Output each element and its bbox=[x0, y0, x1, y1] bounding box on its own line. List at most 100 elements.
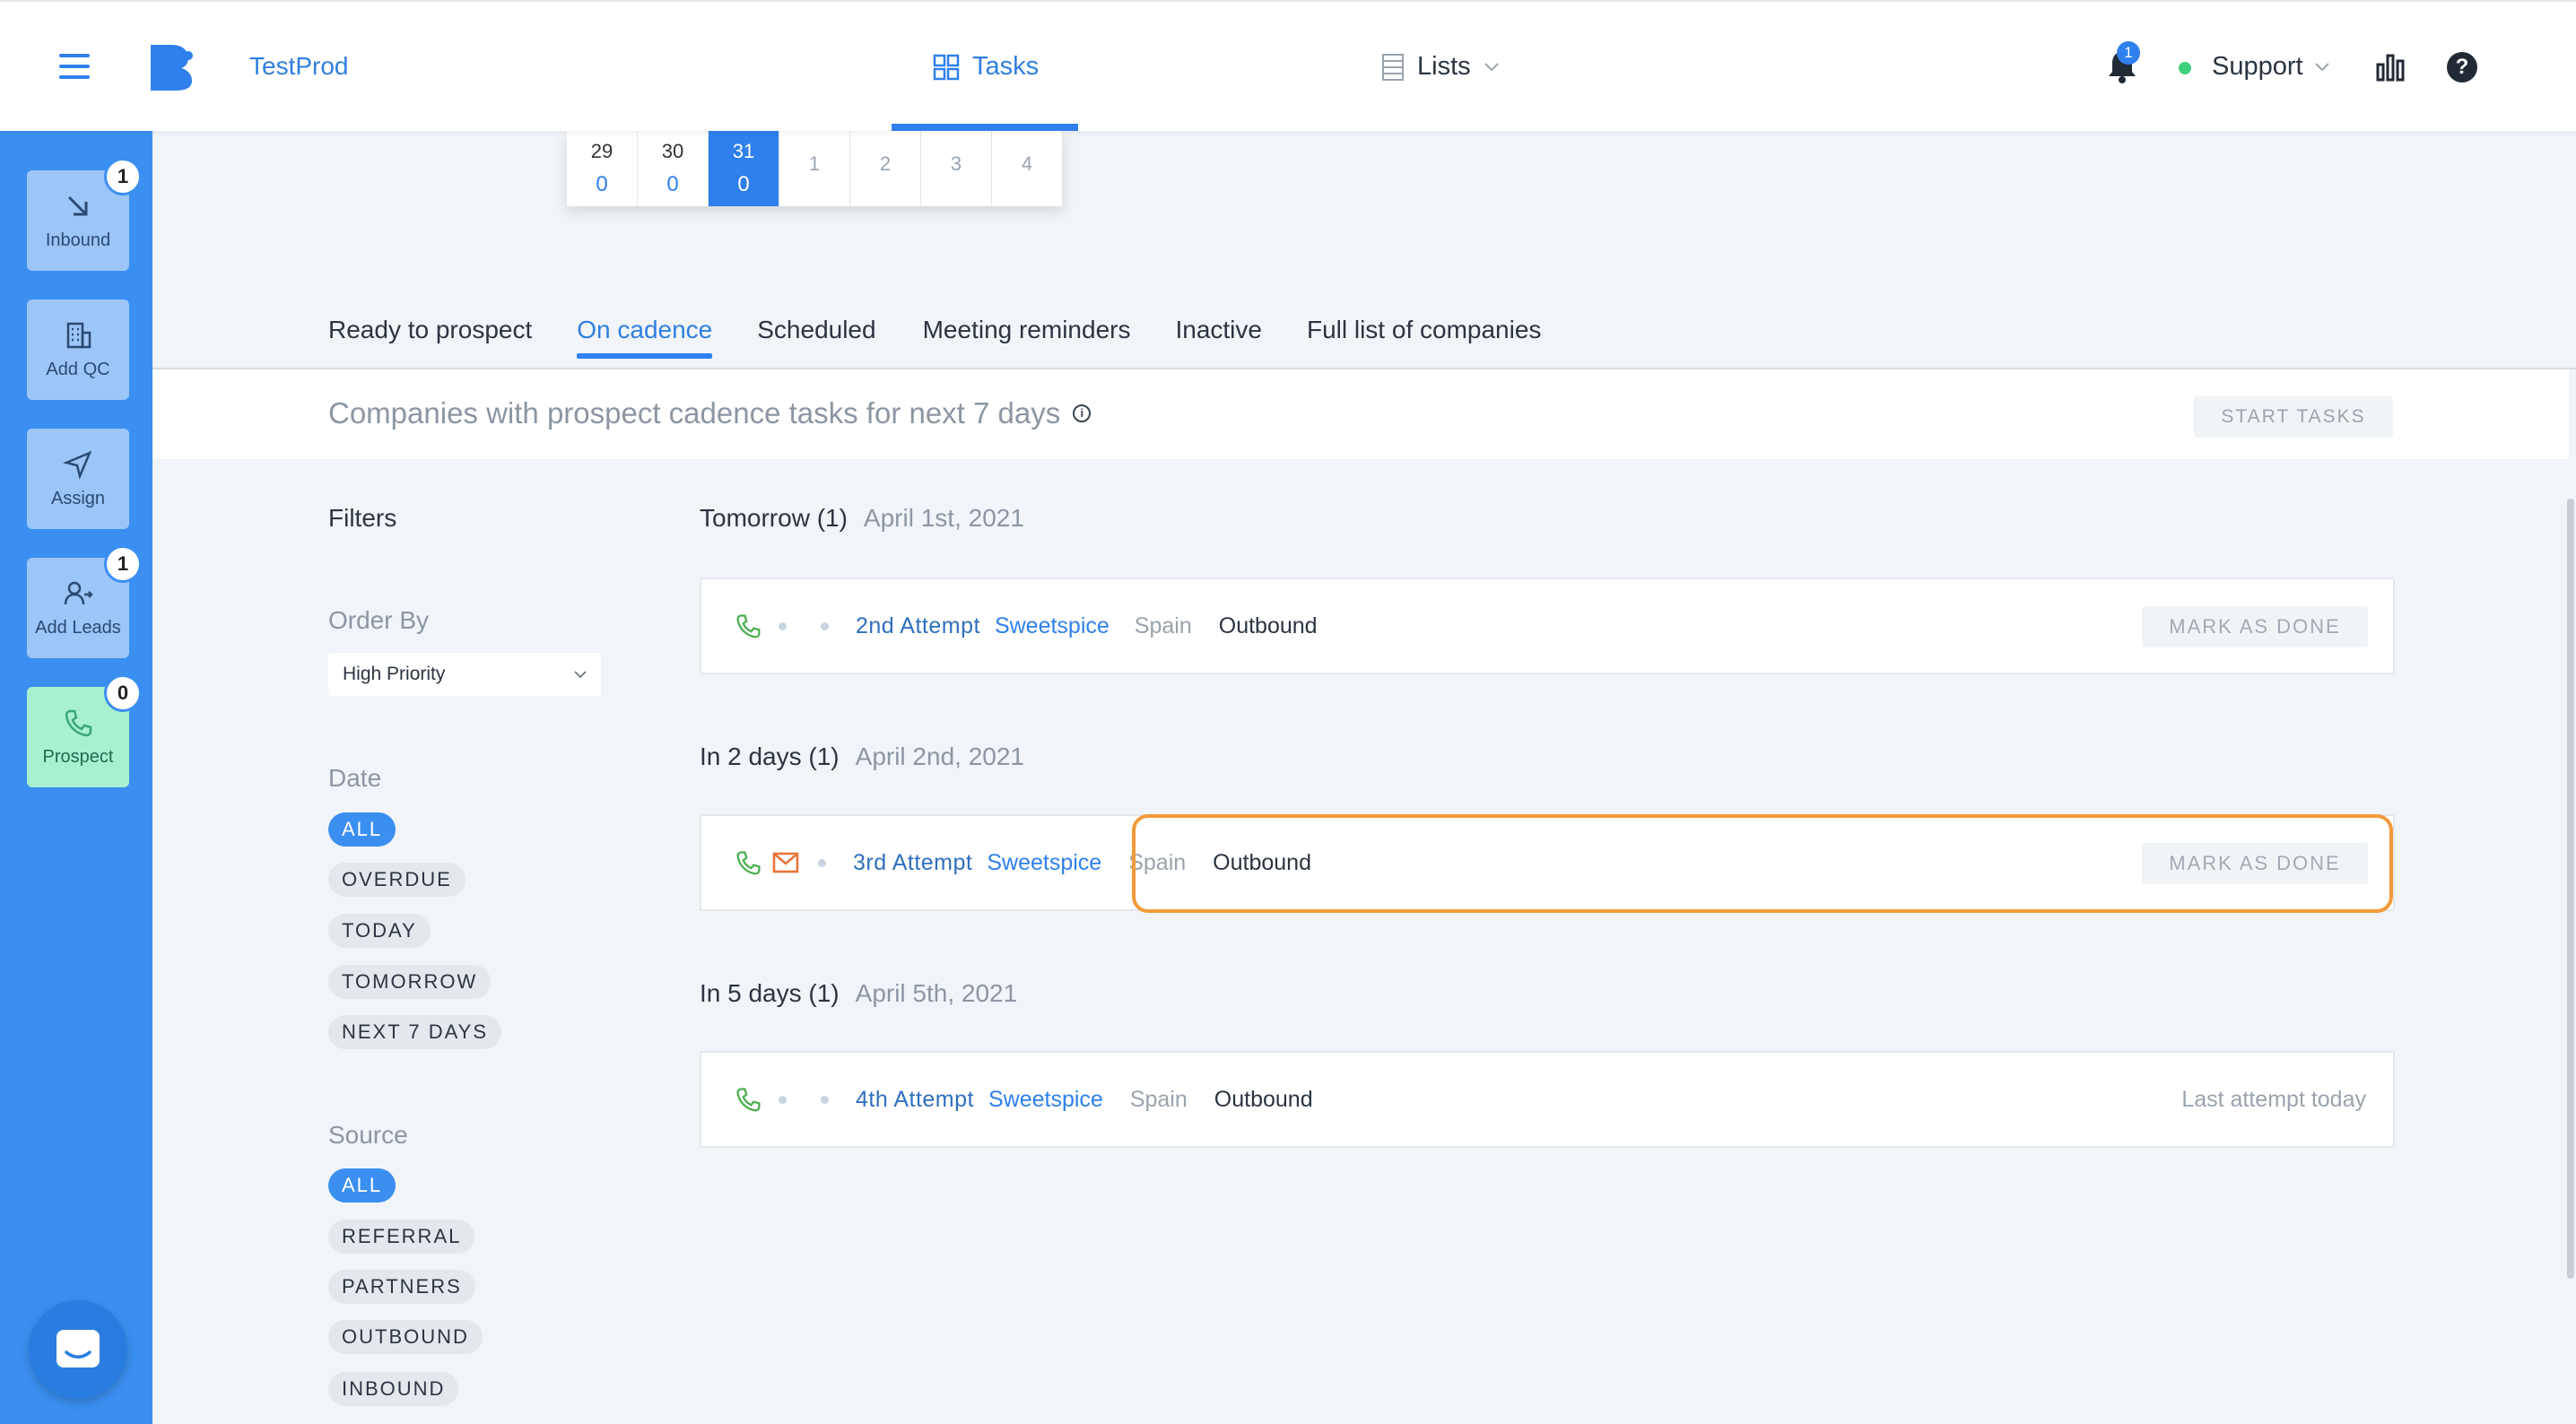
phone-icon[interactable] bbox=[734, 848, 762, 877]
company-link[interactable]: Sweetspice bbox=[995, 613, 1110, 639]
group-header: In 2 days (1) April 2nd, 2021 bbox=[700, 742, 1024, 771]
attempt-label: 4th Attempt bbox=[856, 1086, 974, 1112]
source-filter-outbound[interactable]: OUTBOUND bbox=[328, 1320, 483, 1354]
sidebar-item-assign[interactable]: Assign bbox=[27, 429, 129, 529]
scrollbar[interactable] bbox=[2567, 499, 2574, 1279]
source-filter-referral[interactable]: REFERRAL bbox=[328, 1220, 475, 1254]
calendar-day[interactable]: 3 bbox=[921, 131, 992, 206]
filters-title: Filters bbox=[328, 504, 397, 532]
channel-placeholder-dot bbox=[779, 621, 787, 630]
date-filter-overdue[interactable]: OVERDUE bbox=[328, 863, 466, 897]
menu-icon[interactable] bbox=[59, 54, 90, 79]
sidebar: Inbound 1 Add QC Assign Add Leads 1 Pros… bbox=[0, 131, 152, 1424]
user-menu[interactable]: Support bbox=[2212, 52, 2330, 82]
phone-icon[interactable] bbox=[734, 1085, 762, 1114]
attempt-label: 2nd Attempt bbox=[856, 612, 980, 638]
sidebar-badge-add-leads: 1 bbox=[104, 545, 142, 583]
section-header: Companies with prospect cadence tasks fo… bbox=[152, 369, 2569, 459]
tab-inactive[interactable]: Inactive bbox=[1175, 316, 1262, 357]
calendar-day[interactable]: 2 bbox=[850, 131, 921, 206]
company-source: Outbound bbox=[1218, 612, 1318, 638]
tab-meeting-reminders[interactable]: Meeting reminders bbox=[923, 316, 1131, 357]
chevron-down-icon bbox=[2314, 62, 2329, 71]
channel-placeholder-dot bbox=[821, 621, 829, 630]
add-users-icon bbox=[64, 581, 93, 604]
company-source: Outbound bbox=[1214, 1086, 1313, 1112]
bar-chart-icon[interactable] bbox=[2375, 52, 2406, 82]
task-card[interactable]: 4th Attempt Sweetspice Spain Outbound La… bbox=[700, 1051, 2395, 1148]
source-filter-label: Source bbox=[328, 1121, 408, 1149]
start-tasks-button[interactable]: START TASKS bbox=[2194, 396, 2393, 438]
calendar-strip: 29 0 30 0 31 0 1 2 3 4 bbox=[567, 131, 1063, 206]
source-filter-partners[interactable]: PARTNERS bbox=[328, 1270, 475, 1304]
user-name: Support bbox=[2212, 52, 2303, 81]
nav-tasks[interactable]: Tasks bbox=[933, 52, 1039, 82]
notification-badge: 1 bbox=[2117, 41, 2140, 65]
date-filter-label: Date bbox=[328, 764, 382, 792]
sidebar-item-label: Prospect bbox=[42, 746, 114, 767]
bloobirds-logo bbox=[151, 45, 193, 91]
source-filter-all[interactable]: ALL bbox=[328, 1168, 396, 1203]
mark-as-done-button[interactable]: MARK AS DONE bbox=[2142, 843, 2368, 884]
order-by-value: High Priority bbox=[343, 664, 446, 684]
nav-lists[interactable]: Lists bbox=[1381, 52, 1500, 82]
calendar-day[interactable]: 4 bbox=[992, 131, 1063, 206]
chat-widget-button[interactable] bbox=[29, 1300, 127, 1399]
online-status-dot bbox=[2179, 62, 2191, 74]
calendar-day[interactable]: 1 bbox=[779, 131, 850, 206]
task-card[interactable]: 3rd Attempt Sweetspice Spain Outbound MA… bbox=[700, 814, 2395, 911]
section-title: Companies with prospect cadence tasks fo… bbox=[328, 396, 1092, 430]
company-country: Spain bbox=[1129, 1086, 1188, 1112]
calendar-day-selected[interactable]: 31 0 bbox=[709, 131, 779, 206]
channel-placeholder-dot bbox=[821, 1095, 829, 1104]
sidebar-badge-inbound: 1 bbox=[104, 158, 142, 195]
sidebar-item-label: Add QC bbox=[46, 359, 110, 379]
nav-lists-label: Lists bbox=[1417, 52, 1471, 81]
phone-icon bbox=[65, 709, 92, 736]
chevron-down-icon bbox=[1484, 62, 1499, 71]
tab-scheduled[interactable]: Scheduled bbox=[757, 316, 875, 357]
date-filter-tomorrow[interactable]: TOMORROW bbox=[328, 965, 492, 999]
grid-icon bbox=[933, 54, 960, 80]
group-date: April 2nd, 2021 bbox=[855, 742, 1024, 770]
chevron-down-icon bbox=[574, 670, 587, 678]
date-filter-today[interactable]: TODAY bbox=[328, 914, 431, 948]
mark-as-done-button[interactable]: MARK AS DONE bbox=[2142, 606, 2368, 647]
company-country: Spain bbox=[1128, 849, 1187, 875]
company-country: Spain bbox=[1134, 612, 1192, 638]
channel-placeholder-dot bbox=[779, 1095, 787, 1104]
email-icon[interactable] bbox=[771, 848, 800, 877]
sidebar-item-add-qc[interactable]: Add QC bbox=[27, 300, 129, 400]
arrow-down-right-icon bbox=[67, 195, 88, 215]
nav-tasks-indicator bbox=[892, 124, 1078, 131]
tab-full-list-of-companies[interactable]: Full list of companies bbox=[1307, 316, 1541, 357]
group-heading: Tomorrow (1) bbox=[700, 504, 848, 532]
company-link[interactable]: Sweetspice bbox=[988, 1087, 1103, 1113]
calendar-day[interactable]: 30 0 bbox=[638, 131, 709, 206]
company-link[interactable]: Sweetspice bbox=[987, 850, 1101, 876]
date-filter-all[interactable]: ALL bbox=[328, 812, 396, 847]
task-card[interactable]: 2nd Attempt Sweetspice Spain Outbound MA… bbox=[700, 577, 2395, 674]
tab-on-cadence[interactable]: On cadence bbox=[577, 316, 713, 359]
order-by-select[interactable]: High Priority bbox=[328, 653, 601, 696]
calendar-day[interactable]: 29 0 bbox=[567, 131, 638, 206]
sidebar-item-label: Assign bbox=[50, 488, 106, 508]
nav-tasks-label: Tasks bbox=[972, 52, 1040, 81]
channel-placeholder-dot bbox=[818, 858, 826, 867]
tab-ready-to-prospect[interactable]: Ready to prospect bbox=[328, 316, 532, 357]
list-icon bbox=[1382, 53, 1404, 81]
date-filter-next-7-days[interactable]: NEXT 7 DAYS bbox=[328, 1015, 502, 1049]
group-header: Tomorrow (1) April 1st, 2021 bbox=[700, 504, 1024, 533]
help-icon[interactable]: ? bbox=[2447, 52, 2477, 82]
building-icon bbox=[66, 322, 91, 348]
source-filter-inbound[interactable]: INBOUND bbox=[328, 1372, 459, 1406]
send-icon bbox=[63, 450, 92, 480]
group-date: April 1st, 2021 bbox=[863, 504, 1024, 532]
sidebar-item-label: Inbound bbox=[45, 230, 111, 250]
sidebar-badge-prospect: 0 bbox=[104, 674, 142, 712]
group-date: April 5th, 2021 bbox=[855, 979, 1018, 1007]
phone-icon[interactable] bbox=[734, 612, 762, 640]
cadence-tabs: Ready to prospect On cadence Scheduled M… bbox=[328, 316, 1541, 359]
info-icon[interactable]: i bbox=[1073, 404, 1092, 422]
workspace-name[interactable]: TestProd bbox=[249, 52, 349, 81]
